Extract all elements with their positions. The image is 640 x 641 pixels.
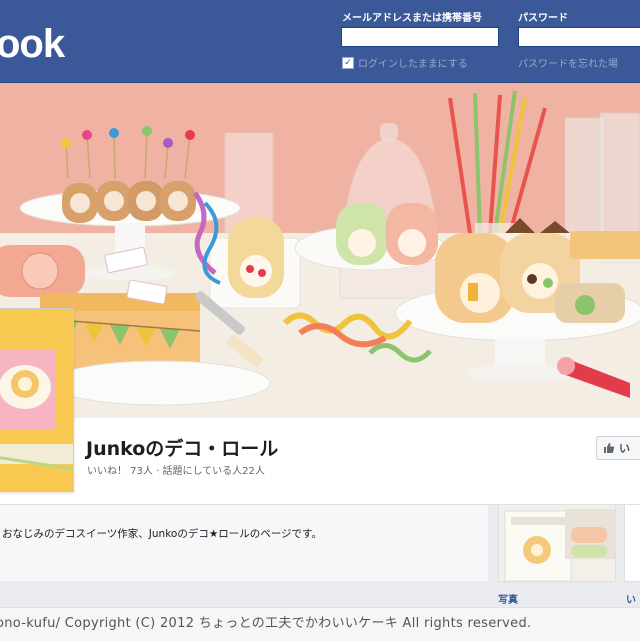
about-section (0, 504, 488, 581)
password-label: パスワード (518, 13, 568, 24)
profile-picture[interactable] (0, 308, 74, 492)
email-field[interactable] (341, 27, 499, 47)
copyright-text: ono-kufu/ Copyright (C) 2012 ちょっとの工夫でかわい… (0, 616, 532, 631)
page-title: Junkoのデコ・ロール (86, 438, 279, 460)
photo-thumbnail[interactable] (498, 504, 616, 582)
page-stats: いいね！ 73人 · 話題にしている人22人 (87, 466, 265, 477)
cover-photo[interactable] (0, 83, 640, 418)
photo-thumbnail-2[interactable] (624, 504, 640, 582)
photos-label[interactable]: 写真 (498, 591, 518, 606)
remember-me[interactable]: ✓ ログインしたままにする (342, 55, 468, 70)
password-field[interactable] (518, 27, 640, 47)
cover-photo-illustration (0, 83, 640, 418)
about-description: おなじみのデコスイーツ作家、Junkoのデコ★ロールのページです。 (2, 528, 322, 540)
checkmark-icon[interactable]: ✓ (342, 56, 354, 69)
photo-thumbnail-image (499, 505, 615, 581)
facebook-logo[interactable]: ook (0, 22, 65, 67)
photos-label-2[interactable]: い (626, 591, 636, 606)
profile-picture-illustration (0, 309, 73, 491)
email-label: メールアドレスまたは携帯番号 (342, 13, 482, 24)
forgot-password-link[interactable]: パスワードを忘れた場 (518, 55, 618, 70)
like-button-label: い (619, 442, 630, 455)
top-navigation-bar: ook メールアドレスまたは携帯番号 パスワード ✓ ログインしたままにする パ… (0, 0, 640, 83)
like-button[interactable]: い (596, 436, 640, 460)
remember-me-label: ログインしたままにする (358, 59, 468, 70)
thumbs-up-icon (604, 443, 615, 453)
